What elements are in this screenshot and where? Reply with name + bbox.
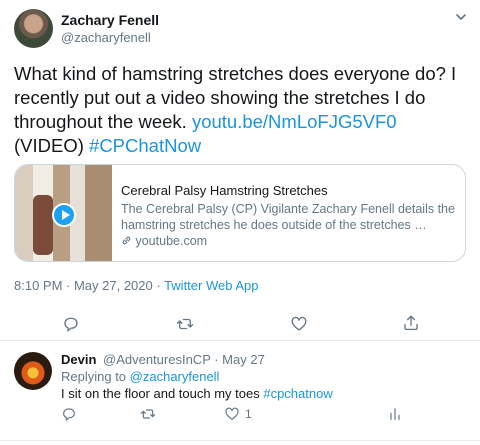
tweet-link[interactable]: youtu.be/NmLoFJG5VF0 <box>192 111 397 132</box>
replying-to: Replying to @zacharyfenell <box>61 369 219 384</box>
analytics-icon[interactable] <box>387 406 403 422</box>
reply-actions: 1 <box>0 403 480 427</box>
replying-to-handle[interactable]: @zacharyfenell <box>130 369 220 384</box>
like-icon[interactable] <box>224 406 240 422</box>
author-handle[interactable]: @zacharyfenell <box>61 30 151 45</box>
tweet-source[interactable]: Twitter Web App <box>164 278 258 293</box>
author-name[interactable]: Zachary Fenell <box>61 12 159 28</box>
link-card[interactable]: Cerebral Palsy Hamstring Stretches The C… <box>14 164 466 262</box>
tweet-meta: 8:10 PM · May 27, 2020 · Twitter Web App <box>14 278 258 293</box>
retweet-icon[interactable] <box>176 315 194 333</box>
reply-icon[interactable] <box>62 315 80 333</box>
reply-icon[interactable] <box>61 406 77 422</box>
tweet-actions <box>0 310 480 338</box>
play-icon[interactable] <box>52 203 76 227</box>
retweet-icon[interactable] <box>140 406 156 422</box>
replying-to-label: Replying to <box>61 369 130 384</box>
like-count: 1 <box>245 407 252 421</box>
tweet-body-suffix: (VIDEO) <box>14 135 90 156</box>
card-title: Cerebral Palsy Hamstring Stretches <box>121 183 328 198</box>
bottom-divider <box>0 440 480 441</box>
author-avatar[interactable] <box>14 9 53 48</box>
reply-author-avatar[interactable] <box>14 352 52 390</box>
chevron-down-icon[interactable] <box>456 12 466 22</box>
reply-author-name[interactable]: Devin <box>61 352 96 367</box>
reply-body: I sit on the floor and touch my toes <box>61 386 264 401</box>
reply-text: I sit on the floor and touch my toes #cp… <box>61 386 333 401</box>
card-domain: youtube.com <box>121 234 207 248</box>
tweet-hashtag[interactable]: #CPChatNow <box>89 135 201 156</box>
card-domain-text: youtube.com <box>135 234 208 248</box>
share-icon[interactable] <box>402 314 420 332</box>
card-description: The Cerebral Palsy (CP) Vigilante Zachar… <box>121 202 455 232</box>
divider <box>0 340 480 341</box>
like-icon[interactable] <box>290 315 308 333</box>
tweet-timestamp[interactable]: 8:10 PM · May 27, 2020 · <box>14 278 164 293</box>
reply-hashtag[interactable]: #cpchatnow <box>263 386 332 401</box>
link-icon <box>122 236 131 245</box>
tweet-text: What kind of hamstring stretches does ev… <box>14 62 469 158</box>
reply-author-handle[interactable]: @AdventuresInCP · May 27 <box>103 352 265 367</box>
